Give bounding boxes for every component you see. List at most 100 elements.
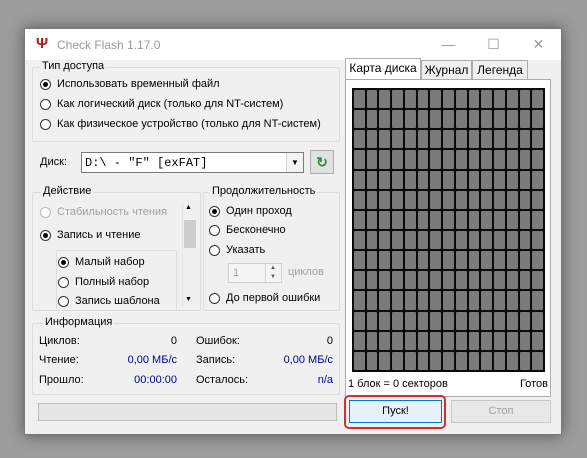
disk-map-cell	[354, 351, 365, 370]
disk-map-cell	[443, 150, 454, 169]
minimize-icon[interactable]: —	[426, 29, 471, 60]
disk-map-cell	[417, 351, 429, 370]
disk-map-cell	[366, 210, 378, 229]
disk-select[interactable]: D:\ - "F" [exFAT] ▼	[81, 152, 304, 173]
option-label: Бесконечно	[226, 224, 286, 236]
scroll-up-icon[interactable]: ▲	[185, 204, 192, 211]
radio-button[interactable]	[40, 118, 51, 130]
duration-legend: Продолжительность	[210, 185, 318, 197]
maximize-icon[interactable]: ☐	[471, 29, 516, 60]
access-option-physical-device[interactable]: Как физическое устройство (только для NT…	[40, 118, 321, 130]
info-write-label: Запись:	[196, 354, 236, 366]
disk-map-cell	[468, 150, 480, 169]
tab-log[interactable]: Журнал	[421, 60, 472, 79]
sub-option-pattern-write[interactable]: Запись шаблона	[58, 295, 160, 307]
disk-map-cell	[494, 90, 505, 109]
disk-map-cell	[366, 230, 378, 250]
radio-button[interactable]	[58, 295, 69, 307]
disk-map-cell	[519, 190, 531, 209]
duration-option-until-error[interactable]: До первой ошибки	[209, 292, 320, 304]
scroll-down-icon[interactable]: ▼	[185, 296, 192, 303]
disk-map-cell	[417, 230, 429, 250]
refresh-button[interactable]: ↻	[310, 150, 334, 174]
tab-disk-map[interactable]: Карта диска	[345, 58, 421, 79]
sub-option-small-set[interactable]: Малый набор	[58, 256, 145, 268]
disk-map-cell	[532, 170, 543, 189]
usb-trident-icon: Ψ	[36, 35, 49, 52]
action-option-read-stability[interactable]: Стабильность чтения	[40, 206, 167, 218]
disk-map-cell	[481, 351, 493, 370]
scrollbar-thumb[interactable]	[184, 220, 196, 248]
stop-button[interactable]: Стоп	[451, 400, 551, 423]
radio-button[interactable]	[40, 206, 51, 218]
access-option-temp-file[interactable]: Использовать временный файл	[40, 78, 220, 90]
action-scrollbar[interactable]: ▲ ▼	[182, 203, 197, 307]
disk-map-cell	[519, 230, 531, 250]
disk-map-cell	[481, 271, 493, 290]
disk-map-cell	[494, 190, 505, 209]
window-title: Check Flash 1.17.0	[57, 38, 161, 52]
disk-map-cell	[494, 170, 505, 189]
info-legend: Информация	[43, 316, 115, 328]
disk-map-cell	[366, 130, 378, 149]
disk-map-cell	[417, 210, 429, 229]
disk-map-cell	[379, 331, 391, 350]
chevron-down-icon[interactable]: ▼	[286, 153, 303, 172]
cycles-stepper[interactable]: 1 ▲ ▼	[228, 263, 282, 283]
disk-map-cell	[366, 311, 378, 330]
disk-map-cell	[506, 90, 518, 109]
disk-map-cell	[519, 210, 531, 229]
radio-button[interactable]	[209, 244, 220, 256]
disk-map-cell	[494, 130, 505, 149]
disk-map-cell	[443, 130, 454, 149]
radio-button[interactable]	[40, 98, 51, 110]
disk-map-cell	[430, 150, 442, 169]
disk-map-cell	[430, 90, 442, 109]
radio-button[interactable]	[40, 229, 51, 241]
option-label: Малый набор	[75, 256, 145, 268]
radio-button[interactable]	[58, 276, 69, 288]
duration-option-specify[interactable]: Указать	[209, 244, 265, 256]
disk-map-cell	[430, 170, 442, 189]
disk-map-cell	[379, 230, 391, 250]
disk-map-cell	[506, 251, 518, 270]
radio-button[interactable]	[209, 292, 220, 304]
disk-map-cell	[404, 251, 416, 270]
disk-map-cell	[468, 311, 480, 330]
disk-map-cell	[366, 251, 378, 270]
info-write-value: 0,00 МБ/с	[283, 354, 333, 366]
disk-map-cell	[366, 190, 378, 209]
radio-button[interactable]	[209, 224, 220, 236]
disk-map-cell	[366, 331, 378, 350]
info-errors-value: 0	[326, 335, 333, 347]
disk-map-cell	[417, 271, 429, 290]
start-button[interactable]: Пуск!	[349, 400, 442, 423]
disk-map-cell	[532, 190, 543, 209]
stepper-arrows-icon[interactable]: ▲ ▼	[265, 264, 280, 282]
disk-map-cell	[494, 291, 505, 310]
close-icon[interactable]: ✕	[516, 29, 561, 60]
action-option-write-read[interactable]: Запись и чтение	[40, 229, 140, 241]
option-label: Запись шаблона	[75, 295, 160, 307]
tab-legend[interactable]: Легенда	[472, 60, 528, 79]
disk-map-cell	[481, 331, 493, 350]
disk-map-cell	[519, 90, 531, 109]
disk-map-cell	[481, 130, 493, 149]
disk-map-cell	[506, 210, 518, 229]
disk-map-cell	[455, 271, 467, 290]
disk-map-cell	[494, 331, 505, 350]
radio-button[interactable]	[40, 78, 51, 90]
info-elapsed-label: Прошло:	[39, 374, 84, 386]
disk-map-cell	[417, 90, 429, 109]
sub-option-full-set[interactable]: Полный набор	[58, 276, 149, 288]
access-option-logical-disk[interactable]: Как логический диск (только для NT-систе…	[40, 98, 283, 110]
radio-button[interactable]	[209, 205, 220, 217]
info-read-value: 0,00 МБ/с	[127, 354, 177, 366]
radio-button[interactable]	[58, 256, 69, 268]
info-cycles-value: 0	[170, 335, 177, 347]
duration-option-infinite[interactable]: Бесконечно	[209, 224, 286, 236]
title-bar[interactable]: Ψ Check Flash 1.17.0 — ☐ ✕	[25, 29, 561, 60]
disk-map-cell	[354, 271, 365, 290]
disk-map-cell	[494, 351, 505, 370]
duration-option-one-pass[interactable]: Один проход	[209, 205, 292, 217]
